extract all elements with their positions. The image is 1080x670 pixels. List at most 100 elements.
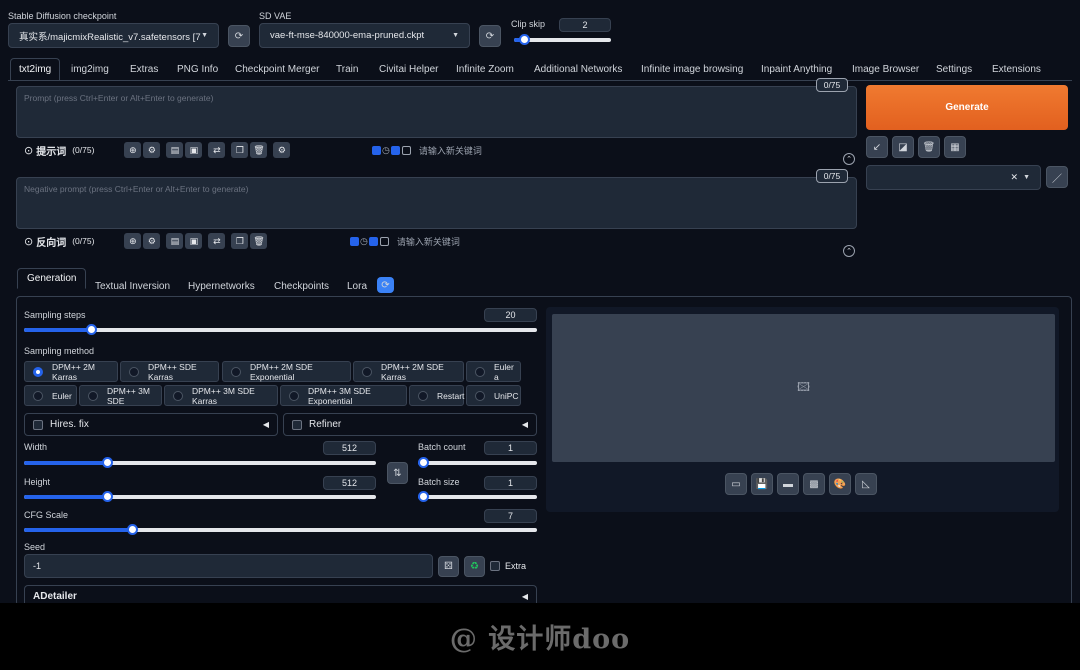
tab-infinite-zoom[interactable]: Infinite Zoom	[456, 58, 514, 80]
collapse-up-icon[interactable]: ⌃	[843, 153, 855, 165]
sampler-option[interactable]: DPM++ SDE Karras	[120, 361, 219, 382]
negative-keyword-input[interactable]: 请输入新关键词	[397, 235, 460, 248]
globe-icon[interactable]: ⊕	[124, 233, 142, 249]
sampler-option[interactable]: Euler a	[466, 361, 521, 382]
extra-checkbox[interactable]	[490, 561, 500, 571]
width-input[interactable]: 512	[323, 441, 376, 455]
vae-dropdown[interactable]: vae-ft-mse-840000-ema-pruned.ckpt ▼	[259, 23, 470, 48]
edit-pen-icon[interactable]: ／	[1046, 166, 1068, 188]
height-input[interactable]: 512	[323, 476, 376, 490]
checkbox-unchecked[interactable]	[401, 145, 411, 155]
refresh-checkpoint-button[interactable]: ⟳	[228, 25, 250, 47]
tab-inpaint-anything[interactable]: Inpaint Anything	[761, 58, 832, 80]
refresh-vae-button[interactable]: ⟳	[479, 25, 501, 47]
paste-icon[interactable]: ▤	[166, 233, 184, 249]
sampler-option[interactable]: DPM++ 2M Karras	[24, 361, 118, 382]
batch-size-input[interactable]: 1	[484, 476, 537, 490]
clipboard-icon[interactable]: ▦	[944, 136, 966, 158]
sampler-option[interactable]: DPM++ 3M SDE Karras	[164, 385, 278, 406]
subtab-hypernetworks[interactable]: Hypernetworks	[188, 276, 255, 296]
gear-icon[interactable]: ⚙	[143, 142, 161, 158]
checkbox-checked[interactable]	[350, 236, 359, 246]
sampling-steps-slider[interactable]	[24, 323, 537, 337]
zip-icon[interactable]: ▬	[777, 473, 799, 495]
trash-icon[interactable]: 🗑	[250, 142, 268, 158]
trash-icon[interactable]: 🗑	[250, 233, 268, 249]
sampler-option[interactable]: UniPC	[466, 385, 521, 406]
swap-dimensions-button[interactable]: ⇅	[387, 462, 408, 484]
tab-image-browser[interactable]: Image Browser	[852, 58, 919, 80]
height-slider[interactable]	[24, 490, 376, 504]
subtab-checkpoints[interactable]: Checkpoints	[274, 276, 329, 296]
collapse-icon[interactable]: ⊙	[24, 235, 33, 248]
refiner-accordion[interactable]: Refiner ◀	[283, 413, 537, 436]
send-to-extras-icon[interactable]: ◺	[855, 473, 877, 495]
cfg-scale-input[interactable]: 7	[484, 509, 537, 523]
settings-icon[interactable]: ⚙	[273, 142, 291, 158]
clock-icon[interactable]: ◷	[360, 236, 368, 247]
subtab-textual-inversion[interactable]: Textual Inversion	[95, 276, 170, 296]
checkbox-checked[interactable]	[390, 145, 400, 155]
checkbox-checked[interactable]	[368, 236, 378, 246]
arrow-down-left-icon[interactable]: ↙	[866, 136, 888, 158]
tab-png-info[interactable]: PNG Info	[177, 58, 218, 80]
tab-additional-networks[interactable]: Additional Networks	[534, 58, 622, 80]
checkbox-unchecked[interactable]	[379, 236, 389, 246]
checkpoint-dropdown[interactable]: 真实系/majicmixRealistic_v7.safetensors [7c…	[8, 23, 219, 48]
tab-infinite-image-browsing[interactable]: Infinite image browsing	[641, 58, 743, 80]
dice-icon[interactable]: ⚄	[438, 556, 459, 577]
prompt-keyword-input[interactable]: 请输入新关键词	[419, 144, 482, 157]
batch-size-slider[interactable]	[418, 490, 537, 504]
sampler-option[interactable]: DPM++ 2M SDE Karras	[353, 361, 464, 382]
subtab-generation[interactable]: Generation	[17, 268, 87, 289]
seed-input[interactable]: -1	[24, 554, 433, 578]
sampler-option[interactable]: DPM++ 3M SDE	[79, 385, 162, 406]
collapse-up-icon[interactable]: ⌃	[843, 245, 855, 257]
clear-icon[interactable]: ◪	[892, 136, 914, 158]
translate-icon[interactable]: ⇄	[208, 233, 226, 249]
clock-icon[interactable]: ◷	[382, 145, 390, 156]
tab-civitai-helper[interactable]: Civitai Helper	[379, 58, 438, 80]
tab-extensions[interactable]: Extensions	[992, 58, 1041, 80]
recycle-icon[interactable]: ♻	[464, 556, 485, 577]
clip-skip-slider[interactable]	[514, 33, 611, 47]
sampler-option[interactable]: DPM++ 2M SDE Exponential	[222, 361, 351, 382]
refresh-networks-icon[interactable]: ⟳	[377, 277, 394, 293]
negative-prompt-textarea[interactable]: Negative prompt (press Ctrl+Enter or Alt…	[16, 177, 857, 229]
sampling-steps-input[interactable]: 20	[484, 308, 537, 322]
clip-skip-input[interactable]: 2	[559, 18, 611, 32]
tab-txt2img[interactable]: txt2img	[10, 58, 61, 80]
checkbox-checked[interactable]	[372, 145, 381, 155]
sampler-option[interactable]: Restart	[409, 385, 464, 406]
batch-count-slider[interactable]	[418, 456, 537, 470]
trash-icon[interactable]: 🗑	[918, 136, 940, 158]
save-icon[interactable]: 💾	[751, 473, 773, 495]
prompt-textarea[interactable]: Prompt (press Ctrl+Enter or Alt+Enter to…	[16, 86, 857, 138]
tab-img2img[interactable]: img2img	[71, 58, 109, 80]
clear-x-icon[interactable]: ✕	[1011, 172, 1019, 183]
gear-icon[interactable]: ⚙	[143, 233, 161, 249]
cfg-scale-slider[interactable]	[24, 523, 537, 537]
subtab-lora[interactable]: Lora	[347, 276, 367, 296]
collapse-icon[interactable]: ⊙	[24, 144, 33, 157]
send-to-inpaint-icon[interactable]: 🎨	[829, 473, 851, 495]
tab-extras[interactable]: Extras	[130, 58, 158, 80]
sampler-option[interactable]: Euler	[24, 385, 77, 406]
width-slider[interactable]	[24, 456, 376, 470]
refiner-checkbox[interactable]	[292, 419, 302, 430]
paste-icon[interactable]: ▤	[166, 142, 184, 158]
sampler-option[interactable]: DPM++ 3M SDE Exponential	[280, 385, 407, 406]
generate-button[interactable]: Generate	[866, 85, 1068, 130]
tab-train[interactable]: Train	[336, 58, 358, 80]
bookmark-icon[interactable]: ▣	[185, 233, 203, 249]
tab-settings[interactable]: Settings	[936, 58, 972, 80]
tab-checkpoint-merger[interactable]: Checkpoint Merger	[235, 58, 319, 80]
copy-icon[interactable]: ❐	[231, 233, 249, 249]
folder-icon[interactable]: ▭	[725, 473, 747, 495]
globe-icon[interactable]: ⊕	[124, 142, 142, 158]
copy-icon[interactable]: ❐	[231, 142, 249, 158]
hires-fix-accordion[interactable]: Hires. fix ◀	[24, 413, 278, 436]
batch-count-input[interactable]: 1	[484, 441, 537, 455]
hires-fix-checkbox[interactable]	[33, 419, 43, 430]
extra-seed-toggle[interactable]: Extra	[490, 561, 526, 571]
